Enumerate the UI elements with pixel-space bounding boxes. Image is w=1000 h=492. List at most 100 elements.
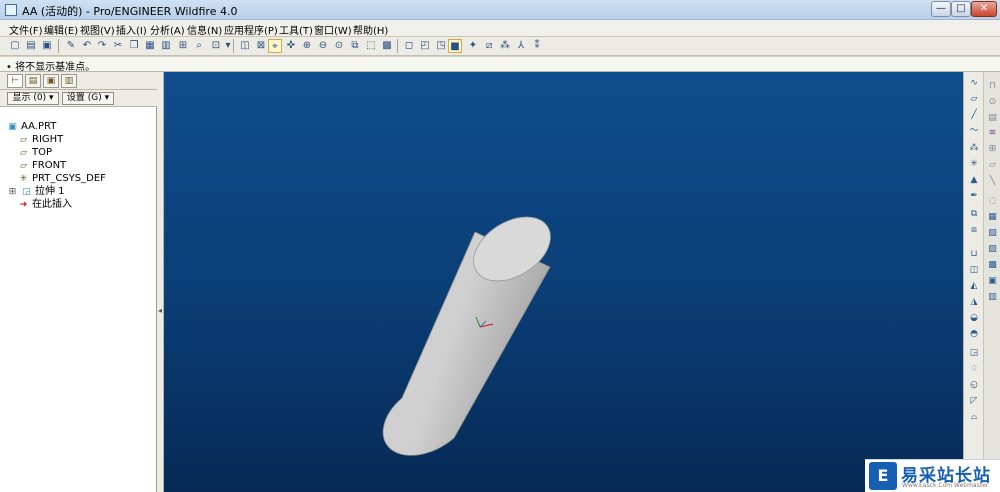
pen-tool-icon[interactable]: ✒ — [967, 190, 981, 203]
insert-here-icon: ➜ — [19, 200, 28, 210]
round-tool-icon[interactable]: ◵ — [967, 379, 981, 392]
copy-feature-icon[interactable]: ⧉ — [967, 208, 981, 221]
tree-item-front[interactable]: ▱ FRONT — [18, 159, 66, 172]
trim-tool-icon[interactable]: ▧ — [986, 227, 999, 240]
datum-points-icon[interactable]: ⁂ — [498, 39, 512, 53]
repaint-icon[interactable]: ◫ — [238, 39, 252, 53]
redo-icon[interactable]: ↷ — [95, 39, 109, 53]
tree-item-csys[interactable]: ✳ PRT_CSYS_DEF — [18, 172, 106, 185]
tree-item-part[interactable]: ▣ AA.PRT — [7, 120, 56, 133]
find-icon[interactable]: ⌕ — [192, 39, 206, 53]
style-tool-icon[interactable]: ≋ — [986, 127, 999, 140]
model-tree-tab-icon[interactable]: ⊢ — [7, 74, 23, 88]
regenerate-icon[interactable]: ✎ — [64, 39, 78, 53]
menu-file[interactable]: 文件(F) — [9, 22, 43, 37]
paste-icon[interactable]: ▦ — [143, 39, 157, 53]
revolve-tool-icon[interactable]: ◫ — [967, 264, 981, 277]
tree-item-right[interactable]: ▱ RIGHT — [18, 133, 63, 146]
history-tab-icon[interactable]: ▥ — [61, 74, 77, 88]
disabled-tool-icon[interactable]: ⊞ — [986, 143, 999, 156]
draft-tool-icon[interactable]: ♢ — [967, 363, 981, 376]
panel-splitter[interactable]: ◂ — [157, 72, 164, 492]
tree-item-insert-here[interactable]: ➜ 在此插入 — [18, 198, 72, 211]
datum-plane-tool-icon[interactable]: ▱ — [967, 93, 981, 106]
shell-tool-icon[interactable]: ◓ — [967, 328, 981, 341]
offset-tool-icon[interactable]: ▨ — [986, 243, 999, 256]
disabled-tool-icon[interactable]: ▱ — [986, 159, 999, 172]
reorient-icon[interactable]: ⧉ — [348, 39, 362, 53]
extrude-tool-icon[interactable]: ⊔ — [967, 248, 981, 261]
coordinate-systems-icon[interactable]: ⅄ — [514, 39, 528, 53]
pattern-tool-icon[interactable]: ⌓ — [967, 411, 981, 424]
wireframe-icon[interactable]: ◻ — [402, 39, 416, 53]
save-icon[interactable]: ▣ — [40, 39, 54, 53]
orient-mode-icon[interactable]: ⌖ — [268, 39, 282, 53]
minimize-button[interactable]: — — [931, 1, 951, 17]
menu-insert[interactable]: 插入(I) — [116, 22, 147, 37]
rib-tool-icon[interactable]: ◲ — [967, 347, 981, 360]
open-folder-icon[interactable]: ▤ — [24, 39, 38, 53]
cut-icon[interactable]: ✂ — [111, 39, 125, 53]
menu-help[interactable]: 帮助(H) — [353, 22, 388, 37]
main-toolbar: ▢ ▤ ▣ ✎ ↶ ↷ ✂ ❐ ▦ ▥ ⊞ ⌕ ⊡ ▾ ◫ ⊠ ⌖ ✜ ⊕ ⊖ … — [0, 37, 1000, 56]
splitter-grip-icon[interactable]: ◂ — [158, 304, 162, 318]
blend-tool-icon[interactable]: ◮ — [967, 296, 981, 309]
close-button[interactable]: ✕ — [971, 1, 997, 17]
paste-special-icon[interactable]: ▥ — [159, 39, 173, 53]
csys-tool-icon[interactable]: ✳ — [967, 158, 981, 171]
zoom-out-icon[interactable]: ⊖ — [316, 39, 330, 53]
favorites-tab-icon[interactable]: ▣ — [43, 74, 59, 88]
disabled-tool-icon[interactable]: ⊓ — [986, 80, 999, 93]
no-hidden-icon[interactable]: ◳ — [434, 39, 448, 53]
menu-applications[interactable]: 应用程序(P) — [224, 22, 278, 37]
disabled-tool-icon[interactable]: ╲ — [986, 175, 999, 188]
hidden-line-icon[interactable]: ◰ — [418, 39, 432, 53]
menu-view[interactable]: 视图(V) — [80, 22, 115, 37]
datum-point-tool-icon[interactable]: ⁂ — [967, 142, 981, 155]
disabled-tool-icon[interactable]: ▤ — [986, 112, 999, 125]
expand-icon[interactable]: ⊞ — [7, 186, 18, 199]
shading-icon[interactable]: ■ — [448, 39, 462, 53]
analysis-tool-icon[interactable]: ▲ — [967, 174, 981, 187]
tree-item-top[interactable]: ▱ TOP — [18, 146, 52, 159]
datum-planes-icon[interactable]: ✦ — [466, 39, 480, 53]
spin-center-icon[interactable]: ⊠ — [254, 39, 268, 53]
solidify-tool-icon[interactable]: ▣ — [986, 275, 999, 288]
merge-tool-icon[interactable]: ▦ — [986, 211, 999, 224]
undo-icon[interactable]: ↶ — [80, 39, 94, 53]
warp-tool-icon[interactable]: ▥ — [986, 291, 999, 304]
sketch-icon[interactable]: ∿ — [967, 77, 981, 90]
disabled-tool-icon[interactable]: ◌ — [986, 195, 999, 208]
navigator-dropdown-bar: 显示 (0) ▾ 设置 (G) ▾ — [0, 90, 157, 107]
sweep-tool-icon[interactable]: ◭ — [967, 280, 981, 293]
layers-icon[interactable]: ▩ — [380, 39, 394, 53]
new-file-icon[interactable]: ▢ — [8, 39, 22, 53]
zoom-area-icon[interactable]: ✜ — [284, 39, 298, 53]
maximize-button[interactable]: □ — [951, 1, 971, 17]
graphics-viewport[interactable] — [164, 72, 963, 492]
menu-window[interactable]: 窗口(W) — [314, 22, 352, 37]
paste-feature-icon[interactable]: ⧈ — [967, 224, 981, 237]
show-dropdown[interactable]: 显示 (0) ▾ — [7, 92, 59, 105]
copy-icon[interactable]: ❐ — [127, 39, 141, 53]
datum-axes-icon[interactable]: ⧄ — [482, 39, 496, 53]
model-tree-icon[interactable]: ⊞ — [176, 39, 190, 53]
chamfer-tool-icon[interactable]: ◸ — [967, 395, 981, 408]
menu-tools[interactable]: 工具(T) — [279, 22, 313, 37]
menu-analysis[interactable]: 分析(A) — [150, 22, 185, 37]
hole-tool-icon[interactable]: ◒ — [967, 312, 981, 325]
thicken-tool-icon[interactable]: ▩ — [986, 259, 999, 272]
annotations-icon[interactable]: ⁑ — [530, 39, 544, 53]
disabled-tool-icon[interactable]: ⊙ — [986, 96, 999, 109]
settings-dropdown[interactable]: 设置 (G) ▾ — [62, 92, 114, 105]
menu-info[interactable]: 信息(N) — [187, 22, 222, 37]
datum-curve-tool-icon[interactable]: 〜 — [967, 125, 981, 138]
datum-axis-tool-icon[interactable]: ╱ — [967, 109, 981, 122]
saved-views-icon[interactable]: ⬚ — [364, 39, 378, 53]
folder-browser-tab-icon[interactable]: ▤ — [25, 74, 41, 88]
menu-edit[interactable]: 编辑(E) — [44, 22, 78, 37]
zoom-in-icon[interactable]: ⊕ — [300, 39, 314, 53]
refit-icon[interactable]: ⊙ — [332, 39, 346, 53]
tree-item-extrude[interactable]: ⊞ ◲ 拉伸 1 — [7, 185, 65, 198]
app-icon — [5, 4, 17, 16]
